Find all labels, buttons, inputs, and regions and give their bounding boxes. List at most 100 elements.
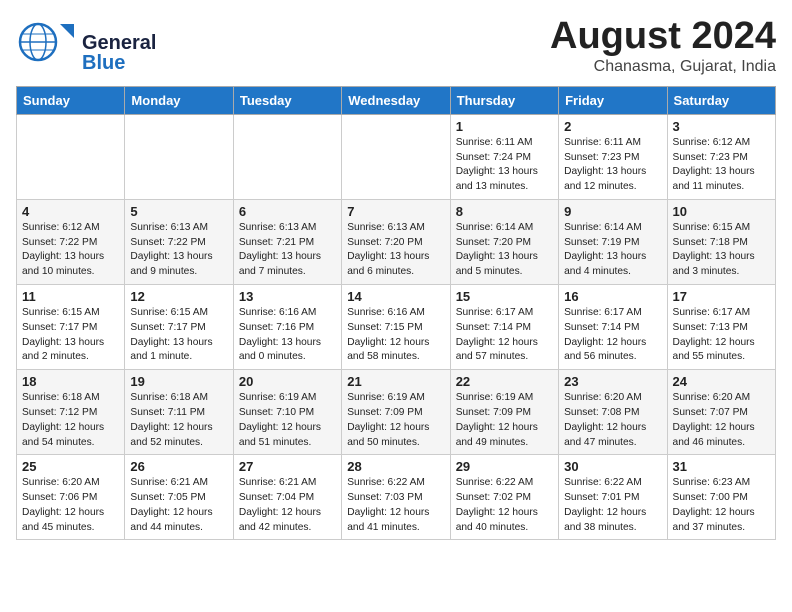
day-header-wednesday: Wednesday [342, 86, 450, 114]
day-info: Sunrise: 6:14 AM Sunset: 7:19 PM Dayligh… [564, 221, 661, 280]
day-info: Sunrise: 6:12 AM Sunset: 7:23 PM Dayligh… [673, 136, 770, 195]
calendar-cell: 23Sunrise: 6:20 AM Sunset: 7:08 PM Dayli… [559, 370, 667, 455]
calendar-cell: 20 Sunrise: 6:19 AM Sunset: 7:10 PM Dayli… [233, 370, 341, 455]
calendar-cell: 11 Sunrise: 6:15 AM Sunset: 7:17 PM Dayli… [17, 285, 125, 370]
day-info: Sunrise: 6:12 AM Sunset: 7:22 PM Dayligh… [22, 221, 119, 280]
day-info: Sunrise: 6:15 AM Sunset: 7:18 PM Dayligh… [673, 221, 770, 280]
day-info: Sunrise: 6:17 AM Sunset: 7:14 PM Dayligh… [456, 306, 553, 365]
day-header-sunday: Sunday [17, 86, 125, 114]
calendar-cell: 27Sunrise: 6:21 AM Sunset: 7:04 PM Dayli… [233, 455, 341, 540]
calendar-cell: 8 Sunrise: 6:14 AM Sunset: 7:20 PM Daylig… [450, 199, 558, 284]
day-number: 8 [456, 204, 553, 219]
calendar-cell: 28 Sunrise: 6:22 AM Sunset: 7:03 PM Dayli… [342, 455, 450, 540]
day-info: Sunrise: 6:13 AM Sunset: 7:22 PM Dayligh… [130, 221, 227, 280]
day-info: Sunrise: 6:13 AM Sunset: 7:21 PM Dayligh… [239, 221, 336, 280]
calendar-cell [125, 114, 233, 199]
day-info: Sunrise: 6:19 AM Sunset: 7:09 PM Dayligh… [347, 391, 444, 450]
calendar-cell: 1 Sunrise: 6:11 AM Sunset: 7:24 PM Daylig… [450, 114, 558, 199]
day-info: Sunrise: 6:19 AM Sunset: 7:10 PM Dayligh… [239, 391, 336, 450]
calendar-cell: 17Sunrise: 6:17 AM Sunset: 7:13 PM Dayli… [667, 285, 775, 370]
calendar-cell: 10 Sunrise: 6:15 AM Sunset: 7:18 PM Dayli… [667, 199, 775, 284]
day-number: 31 [673, 459, 770, 474]
day-number: 5 [130, 204, 227, 219]
day-number: 11 [22, 289, 119, 304]
day-number: 30 [564, 459, 661, 474]
logo-area: General Blue [16, 16, 156, 73]
day-header-saturday: Saturday [667, 86, 775, 114]
day-number: 10 [673, 204, 770, 219]
day-number: 1 [456, 119, 553, 134]
calendar-cell: 13 Sunrise: 6:16 AM Sunset: 7:16 PM Dayli… [233, 285, 341, 370]
calendar-cell: 3Sunrise: 6:12 AM Sunset: 7:23 PM Daylig… [667, 114, 775, 199]
calendar-cell: 30 Sunrise: 6:22 AM Sunset: 7:01 PM Dayli… [559, 455, 667, 540]
calendar-week-2: 4 Sunrise: 6:12 AM Sunset: 7:22 PM Daylig… [17, 199, 776, 284]
day-info: Sunrise: 6:18 AM Sunset: 7:12 PM Dayligh… [22, 391, 119, 450]
day-info: Sunrise: 6:17 AM Sunset: 7:13 PM Dayligh… [673, 306, 770, 365]
day-header-monday: Monday [125, 86, 233, 114]
calendar-cell: 19Sunrise: 6:18 AM Sunset: 7:11 PM Dayli… [125, 370, 233, 455]
calendar-cell: 9 Sunrise: 6:14 AM Sunset: 7:19 PM Daylig… [559, 199, 667, 284]
logo-blue: Blue [82, 53, 156, 73]
calendar-cell: 6 Sunrise: 6:13 AM Sunset: 7:21 PM Daylig… [233, 199, 341, 284]
day-number: 16 [564, 289, 661, 304]
calendar-cell [233, 114, 341, 199]
calendar-cell: 16 Sunrise: 6:17 AM Sunset: 7:14 PM Dayli… [559, 285, 667, 370]
month-title: August 2024 [550, 16, 776, 58]
day-info: Sunrise: 6:22 AM Sunset: 7:01 PM Dayligh… [564, 476, 661, 535]
day-info: Sunrise: 6:16 AM Sunset: 7:16 PM Dayligh… [239, 306, 336, 365]
day-info: Sunrise: 6:14 AM Sunset: 7:20 PM Dayligh… [456, 221, 553, 280]
day-info: Sunrise: 6:22 AM Sunset: 7:02 PM Dayligh… [456, 476, 553, 535]
day-number: 9 [564, 204, 661, 219]
day-info: Sunrise: 6:22 AM Sunset: 7:03 PM Dayligh… [347, 476, 444, 535]
calendar-cell: 7 Sunrise: 6:13 AM Sunset: 7:20 PM Daylig… [342, 199, 450, 284]
day-number: 12 [130, 289, 227, 304]
title-area: August 2024 Chanasma, Gujarat, India [550, 16, 776, 76]
header-row: SundayMondayTuesdayWednesdayThursdayFrid… [17, 86, 776, 114]
day-info: Sunrise: 6:20 AM Sunset: 7:06 PM Dayligh… [22, 476, 119, 535]
calendar-week-1: 1 Sunrise: 6:11 AM Sunset: 7:24 PM Daylig… [17, 114, 776, 199]
logo: General Blue [16, 16, 156, 73]
day-number: 19 [130, 374, 227, 389]
day-info: Sunrise: 6:13 AM Sunset: 7:20 PM Dayligh… [347, 221, 444, 280]
calendar-cell: 15 Sunrise: 6:17 AM Sunset: 7:14 PM Dayli… [450, 285, 558, 370]
calendar-week-5: 25Sunrise: 6:20 AM Sunset: 7:06 PM Dayli… [17, 455, 776, 540]
day-info: Sunrise: 6:11 AM Sunset: 7:23 PM Dayligh… [564, 136, 661, 195]
logo-icon [16, 16, 84, 68]
day-info: Sunrise: 6:15 AM Sunset: 7:17 PM Dayligh… [130, 306, 227, 365]
calendar-cell: 5 Sunrise: 6:13 AM Sunset: 7:22 PM Daylig… [125, 199, 233, 284]
calendar-cell: 31 Sunrise: 6:23 AM Sunset: 7:00 PM Dayli… [667, 455, 775, 540]
day-info: Sunrise: 6:20 AM Sunset: 7:07 PM Dayligh… [673, 391, 770, 450]
calendar-cell: 2Sunrise: 6:11 AM Sunset: 7:23 PM Daylig… [559, 114, 667, 199]
day-number: 15 [456, 289, 553, 304]
calendar-cell: 12 Sunrise: 6:15 AM Sunset: 7:17 PM Dayli… [125, 285, 233, 370]
day-info: Sunrise: 6:23 AM Sunset: 7:00 PM Dayligh… [673, 476, 770, 535]
day-number: 26 [130, 459, 227, 474]
calendar-cell: 22 Sunrise: 6:19 AM Sunset: 7:09 PM Dayli… [450, 370, 558, 455]
day-info: Sunrise: 6:16 AM Sunset: 7:15 PM Dayligh… [347, 306, 444, 365]
day-number: 14 [347, 289, 444, 304]
calendar-cell: 18Sunrise: 6:18 AM Sunset: 7:12 PM Dayli… [17, 370, 125, 455]
day-info: Sunrise: 6:17 AM Sunset: 7:14 PM Dayligh… [564, 306, 661, 365]
day-info: Sunrise: 6:19 AM Sunset: 7:09 PM Dayligh… [456, 391, 553, 450]
day-number: 13 [239, 289, 336, 304]
day-number: 6 [239, 204, 336, 219]
day-number: 27 [239, 459, 336, 474]
day-number: 7 [347, 204, 444, 219]
day-header-tuesday: Tuesday [233, 86, 341, 114]
calendar-cell [17, 114, 125, 199]
day-number: 22 [456, 374, 553, 389]
day-number: 4 [22, 204, 119, 219]
calendar-cell: 4 Sunrise: 6:12 AM Sunset: 7:22 PM Daylig… [17, 199, 125, 284]
day-info: Sunrise: 6:20 AM Sunset: 7:08 PM Dayligh… [564, 391, 661, 450]
day-info: Sunrise: 6:11 AM Sunset: 7:24 PM Dayligh… [456, 136, 553, 195]
day-number: 24 [673, 374, 770, 389]
calendar-table: SundayMondayTuesdayWednesdayThursdayFrid… [16, 86, 776, 541]
calendar-week-3: 11 Sunrise: 6:15 AM Sunset: 7:17 PM Dayli… [17, 285, 776, 370]
day-info: Sunrise: 6:21 AM Sunset: 7:05 PM Dayligh… [130, 476, 227, 535]
calendar-cell: 24 Sunrise: 6:20 AM Sunset: 7:07 PM Dayli… [667, 370, 775, 455]
day-number: 21 [347, 374, 444, 389]
day-info: Sunrise: 6:15 AM Sunset: 7:17 PM Dayligh… [22, 306, 119, 365]
day-number: 28 [347, 459, 444, 474]
day-number: 20 [239, 374, 336, 389]
calendar-cell: 14 Sunrise: 6:16 AM Sunset: 7:15 PM Dayli… [342, 285, 450, 370]
